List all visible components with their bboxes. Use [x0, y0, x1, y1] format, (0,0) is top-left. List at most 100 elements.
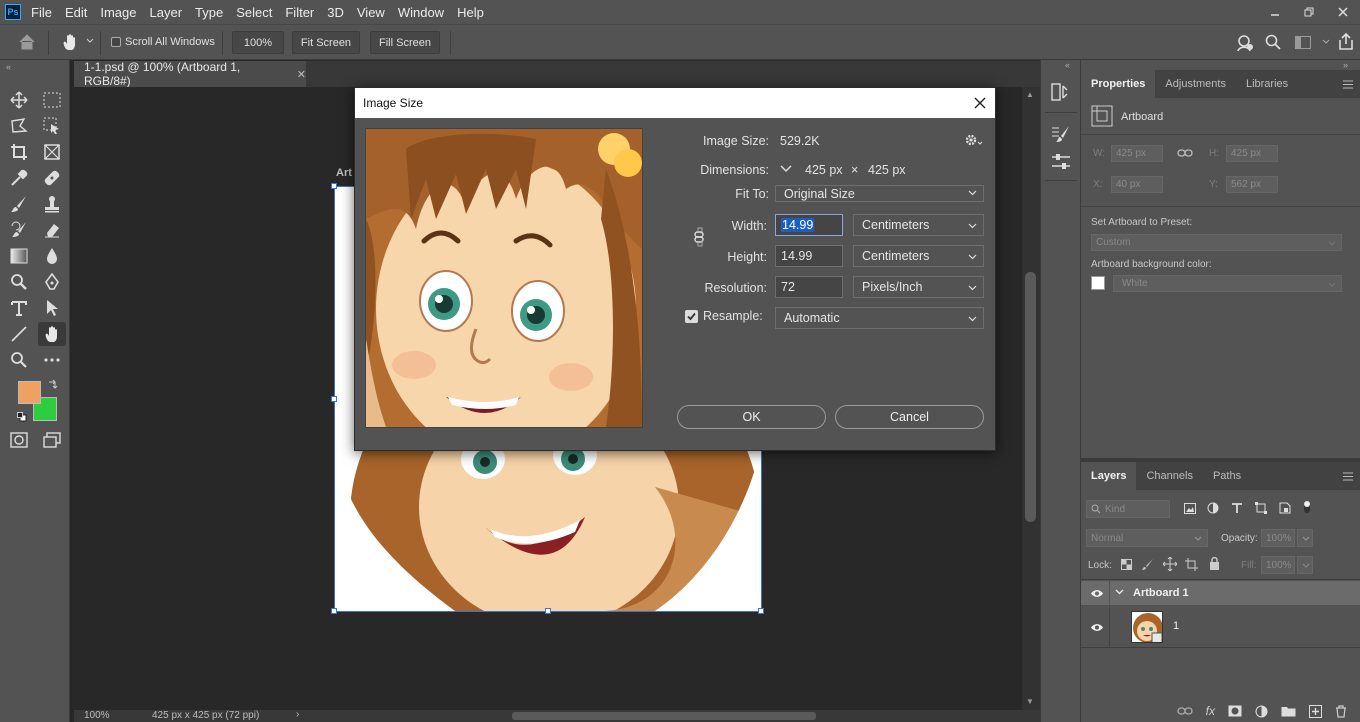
settings-gear-icon[interactable] — [965, 134, 983, 146]
menu-3d[interactable]: 3D — [327, 5, 344, 20]
height-input[interactable]: 14.99 — [775, 245, 843, 267]
scroll-up-icon[interactable]: ▲ — [1026, 90, 1034, 99]
restore-icon[interactable] — [1292, 0, 1326, 24]
more-tools-icon[interactable] — [38, 348, 66, 372]
height-unit-dropdown[interactable]: Centimeters — [853, 245, 984, 267]
menu-filter[interactable]: Filter — [285, 5, 314, 20]
menu-image[interactable]: Image — [100, 5, 136, 20]
crop-tool-icon[interactable] — [5, 140, 33, 164]
opacity-field[interactable]: 100% — [1261, 529, 1295, 547]
marquee-tool-icon[interactable] — [38, 88, 66, 112]
object-selection-tool-icon[interactable] — [38, 114, 66, 138]
horizontal-scrollbar-thumb[interactable] — [512, 712, 816, 720]
fill-field[interactable]: 100% — [1261, 556, 1295, 574]
hand-tool-icon[interactable] — [60, 32, 80, 52]
lock-position-icon[interactable] — [1163, 557, 1177, 571]
hand-tool-active-icon[interactable] — [38, 322, 66, 346]
handle-bottom-right[interactable] — [758, 608, 764, 614]
image-preview[interactable] — [365, 128, 643, 428]
close-tab-icon[interactable]: ✕ — [297, 68, 306, 81]
layer-row-artboard[interactable]: Artboard 1 — [1081, 581, 1360, 605]
status-arrow-icon[interactable]: › — [296, 709, 299, 720]
lasso-tool-icon[interactable] — [5, 114, 33, 138]
tool-preset-chevron-icon[interactable] — [86, 38, 94, 44]
dimensions-unit-chevron-icon[interactable] — [779, 162, 793, 176]
width-unit-dropdown[interactable]: Centimeters — [853, 214, 984, 236]
visibility-eye-icon[interactable] — [1090, 623, 1104, 632]
handle-bottom-middle[interactable] — [545, 608, 551, 614]
brush-tool-icon[interactable] — [5, 192, 33, 216]
default-colors-icon[interactable] — [17, 412, 27, 422]
line-tool-icon[interactable] — [5, 322, 33, 346]
filter-pixel-icon[interactable] — [1184, 503, 1196, 514]
share-user-icon[interactable] — [1236, 34, 1254, 52]
blend-mode-dropdown[interactable]: Normal — [1086, 529, 1208, 547]
filter-shape-icon[interactable] — [1255, 502, 1267, 514]
document-tab[interactable]: 1-1.psd @ 100% (Artboard 1, RGB/8#) ✕ — [74, 60, 306, 88]
link-layers-icon[interactable] — [1177, 706, 1193, 716]
history-panel-icon[interactable] — [1051, 82, 1071, 102]
history-brush-tool-icon[interactable] — [5, 218, 33, 242]
handle-middle-left[interactable] — [331, 396, 337, 402]
new-group-icon[interactable] — [1281, 705, 1296, 717]
w-field[interactable]: 425 px — [1111, 145, 1163, 162]
healing-brush-tool-icon[interactable] — [38, 166, 66, 190]
tab-channels[interactable]: Channels — [1136, 462, 1202, 490]
search-icon[interactable] — [1265, 34, 1281, 50]
status-zoom[interactable]: 100% — [84, 710, 110, 721]
menu-select[interactable]: Select — [236, 5, 272, 20]
adjustments-sliders-icon[interactable] — [1051, 152, 1071, 172]
blur-tool-icon[interactable] — [38, 244, 66, 268]
tab-properties[interactable]: Properties — [1081, 70, 1156, 98]
handle-bottom-left[interactable] — [331, 608, 337, 614]
scroll-down-icon[interactable]: ▼ — [1026, 697, 1034, 706]
zoom-level-field[interactable]: 100% — [232, 31, 284, 54]
workspace-icon[interactable] — [1295, 36, 1311, 49]
workspace-chevron-icon[interactable] — [1322, 39, 1330, 45]
y-field[interactable]: 562 px — [1226, 176, 1278, 193]
clone-stamp-tool-icon[interactable] — [38, 192, 66, 216]
tab-layers[interactable]: Layers — [1081, 462, 1137, 490]
link-dimensions-icon[interactable] — [1177, 147, 1193, 159]
preset-dropdown[interactable]: Custom — [1091, 234, 1342, 251]
bg-color-dropdown[interactable]: White — [1113, 275, 1342, 292]
filter-adjustment-icon[interactable] — [1207, 502, 1219, 514]
collapse-panels-icon[interactable]: « — [1065, 60, 1070, 70]
fit-to-dropdown[interactable]: Original Size — [775, 185, 984, 202]
layer-style-fx-icon[interactable]: fx — [1206, 704, 1215, 718]
lock-artboard-icon[interactable] — [1185, 558, 1198, 571]
vertical-scrollbar-thumb[interactable] — [1025, 272, 1036, 522]
lock-transparent-icon[interactable] — [1121, 559, 1132, 570]
filter-smart-object-icon[interactable] — [1279, 502, 1291, 514]
handle-top-left[interactable] — [331, 183, 337, 189]
swap-colors-icon[interactable] — [48, 379, 58, 389]
h-field[interactable]: 425 px — [1226, 145, 1278, 162]
dialog-close-icon[interactable] — [971, 94, 989, 112]
brush-settings-panel-icon[interactable] — [1051, 124, 1071, 144]
dialog-titlebar[interactable]: Image Size — [355, 88, 995, 118]
filter-type-icon[interactable] — [1231, 502, 1243, 514]
width-input[interactable]: 14.99 — [775, 214, 843, 236]
scroll-all-windows-checkbox[interactable] — [111, 37, 121, 47]
filter-toggle-icon[interactable] — [1303, 500, 1311, 514]
menu-edit[interactable]: Edit — [65, 5, 87, 20]
path-selection-tool-icon[interactable] — [38, 296, 66, 320]
close-icon[interactable] — [1326, 0, 1360, 24]
add-mask-icon[interactable] — [1228, 705, 1242, 717]
menu-type[interactable]: Type — [195, 5, 223, 20]
minimize-icon[interactable] — [1258, 0, 1292, 24]
layers-menu-icon[interactable] — [1343, 472, 1353, 481]
screen-mode-icon[interactable] — [38, 428, 66, 452]
collapse-toolbar-icon[interactable]: « — [6, 62, 11, 72]
menu-view[interactable]: View — [357, 5, 385, 20]
dodge-tool-icon[interactable] — [5, 270, 33, 294]
tab-libraries[interactable]: Libraries — [1236, 70, 1298, 98]
properties-menu-icon[interactable] — [1343, 80, 1353, 89]
share-export-icon[interactable] — [1338, 33, 1354, 50]
bg-color-swatch[interactable] — [1091, 276, 1105, 290]
new-adjustment-layer-icon[interactable] — [1255, 705, 1268, 718]
menu-window[interactable]: Window — [398, 5, 444, 20]
pen-tool-icon[interactable] — [38, 270, 66, 294]
layer-row-1[interactable]: 1 — [1081, 606, 1360, 648]
resample-dropdown[interactable]: Automatic — [775, 307, 984, 329]
